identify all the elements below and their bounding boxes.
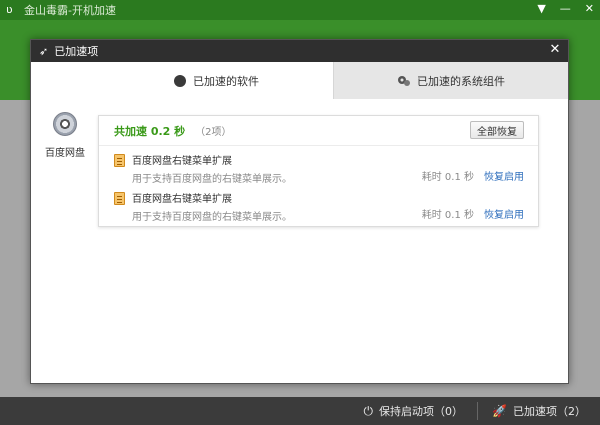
list-item: 百度网盘右键菜单扩展 用于支持百度网盘的右键菜单展示。 耗时 0.1 秒 恢复启…	[99, 146, 538, 185]
rocket-icon: 🚀	[492, 404, 507, 418]
item-count: （2项）	[195, 127, 232, 138]
keep-startup-label: 保持启动项（0）	[379, 405, 464, 418]
summary-bar: 共加速 0.2 秒 （2项） 全部恢复	[99, 116, 538, 146]
app-entry-baidu-netdisk[interactable]: 百度网盘	[45, 112, 85, 159]
accelerated-items-button[interactable]: 🚀 已加速项（2）	[478, 397, 600, 425]
accelerated-items-label: 已加速项（2）	[513, 405, 586, 418]
tab-accelerated-software[interactable]: 已加速的软件	[99, 62, 333, 99]
duba-logo-icon: ʋ	[6, 3, 13, 16]
app-titlebar: ʋ 金山毒霸-开机加速 ▼ — ✕	[0, 0, 600, 20]
file-icon	[114, 192, 125, 205]
app-entry-label: 百度网盘	[45, 148, 85, 159]
window-controls: ▼ — ✕	[537, 2, 594, 15]
window-close-icon[interactable]: ✕	[585, 2, 594, 15]
app-title: 金山毒霸-开机加速	[24, 4, 116, 17]
accelerated-items-dialog: ➶ 已加速项 ✕ 已加速的软件 已加速的系统组件 百度网盘 共加速 0.2 秒	[30, 39, 569, 384]
baidu-netdisk-icon	[53, 112, 77, 136]
system-component-icon	[398, 75, 410, 86]
item-name: 百度网盘右键菜单扩展	[132, 156, 232, 167]
software-icon	[174, 74, 186, 87]
accelerated-list-card: 共加速 0.2 秒 （2项） 全部恢复 百度网盘右键菜单扩展 用于支持百度网盘的…	[98, 115, 539, 227]
keep-startup-button[interactable]: ⏻ 保持启动项（0）	[350, 397, 478, 425]
file-icon	[114, 154, 125, 167]
restore-enable-link[interactable]: 恢复启用	[484, 168, 524, 183]
restore-enable-link[interactable]: 恢复启用	[484, 206, 524, 221]
restore-all-button[interactable]: 全部恢复	[470, 121, 524, 139]
app-footer: ⏻ 保持启动项（0） 🚀 已加速项（2）	[0, 397, 600, 425]
close-icon[interactable]: ✕	[548, 43, 562, 57]
tab-accelerated-system-components[interactable]: 已加速的系统组件	[333, 62, 568, 99]
item-description: 用于支持百度网盘的右键菜单展示。	[132, 174, 292, 185]
menu-icon[interactable]: ▼	[537, 2, 545, 15]
list-item: 百度网盘右键菜单扩展 用于支持百度网盘的右键菜单展示。 耗时 0.1 秒 恢复启…	[99, 184, 538, 223]
rocket-icon: ➶	[39, 44, 49, 58]
item-time: 耗时 0.1 秒	[421, 172, 474, 183]
item-description: 用于支持百度网盘的右键菜单展示。	[132, 212, 292, 223]
tab-bar: 已加速的软件 已加速的系统组件	[99, 62, 568, 99]
total-acceleration: 共加速 0.2 秒	[114, 124, 186, 138]
item-time: 耗时 0.1 秒	[421, 210, 474, 221]
tab-label: 已加速的软件	[193, 74, 259, 88]
dialog-title: 已加速项	[54, 45, 99, 58]
dialog-titlebar: ➶ 已加速项 ✕	[31, 40, 568, 62]
tab-label: 已加速的系统组件	[417, 74, 505, 88]
power-icon: ⏻	[363, 403, 374, 418]
item-name: 百度网盘右键菜单扩展	[132, 194, 232, 205]
minimize-icon[interactable]: —	[560, 2, 571, 15]
